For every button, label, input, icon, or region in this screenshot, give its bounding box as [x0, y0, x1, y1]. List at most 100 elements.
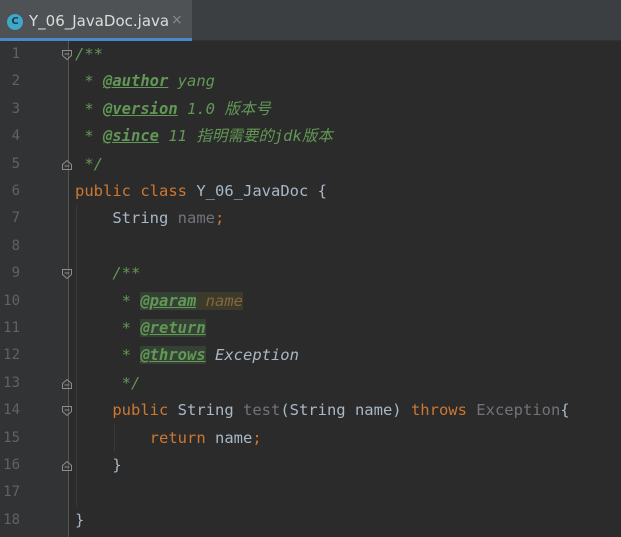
indent-guide — [76, 232, 77, 261]
code-token: ; — [252, 428, 262, 447]
code-token — [196, 291, 206, 310]
fold-end-icon[interactable] — [61, 159, 73, 171]
code-line-4: 4 * @since 11 指明需要的jdk版本 — [0, 123, 621, 150]
fold-end-icon[interactable] — [61, 378, 73, 390]
code-line-1: 1 /** — [0, 41, 621, 68]
code-token: Exception — [476, 401, 561, 420]
code-token: @throws — [140, 346, 206, 365]
code-text: public class Y_06_JavaDoc { — [75, 178, 327, 205]
code-line-10: 10 * @param name — [0, 287, 621, 315]
fold-start-icon[interactable] — [61, 49, 73, 61]
code-line-18: 18} — [0, 507, 621, 534]
code-text: } — [75, 507, 84, 534]
code-text: public String test(String name) throws E… — [75, 397, 570, 424]
line-number: 10 — [3, 292, 20, 309]
line-number: 11 — [3, 320, 20, 336]
indent-guide — [76, 479, 77, 507]
code-line-2: 2 * @author yang — [0, 68, 621, 95]
line-number: 16 — [3, 457, 20, 473]
fold-start-icon[interactable] — [61, 268, 73, 280]
code-line-16: 16 } — [0, 452, 621, 480]
code-line-3: 3 * @version 1.0 版本号 — [0, 96, 621, 123]
code-token: return — [75, 428, 215, 447]
code-token: String — [177, 401, 243, 420]
code-token: /** — [75, 45, 103, 63]
code-token: String — [75, 209, 178, 228]
code-token: ; — [214, 209, 225, 228]
line-number: 3 — [11, 100, 20, 117]
code-token: throws — [410, 401, 477, 420]
line-number: 14 — [3, 402, 20, 419]
code-token: yang — [168, 72, 215, 91]
code-token: Exception — [205, 346, 299, 365]
line-number: 18 — [3, 511, 20, 528]
code-token: @author — [103, 72, 169, 91]
code-token: public — [75, 401, 178, 420]
code-token: { — [560, 401, 570, 420]
code-token: Y_06_JavaDoc { — [196, 182, 327, 200]
code-token: @version — [103, 99, 178, 118]
code-token: } — [75, 510, 85, 529]
code-line-8: 8 — [0, 232, 621, 261]
code-token: 11 指明需要的jdk版本 — [159, 127, 333, 146]
code-token: * — [75, 72, 103, 91]
code-line-17: 17 — [0, 479, 621, 507]
code-token: name — [177, 209, 215, 228]
code-line-6: 6 public class Y_06_JavaDoc { — [0, 178, 621, 205]
code-token: /** — [75, 264, 141, 283]
line-number: 7 — [11, 210, 20, 227]
code-token: * — [75, 291, 141, 310]
code-text: * @throws Exception — [75, 342, 299, 369]
code-text: * @param name — [75, 288, 243, 315]
line-number: 17 — [3, 484, 20, 501]
java-class-icon: C — [7, 14, 23, 30]
fold-end-icon[interactable] — [61, 460, 73, 472]
line-number: 13 — [3, 374, 20, 391]
code-text: * @return — [75, 315, 206, 342]
code-line-7: 7 String name; — [0, 205, 621, 233]
code-editor[interactable]: 1/** 2 * @author yang 3 * @version 1.0 版本号… — [0, 41, 621, 537]
code-line-13: 13 */ — [0, 369, 621, 398]
line-number: 5 — [11, 155, 20, 172]
tab-y-06-javadoc[interactable]: C Y_06_JavaDoc.java × — [0, 0, 192, 41]
fold-start-icon[interactable] — [61, 405, 73, 417]
code-line-15: 15 return name; — [0, 424, 621, 452]
code-token: name — [214, 428, 253, 447]
line-number: 15 — [3, 429, 20, 446]
code-token: * — [75, 99, 103, 118]
code-token: * — [75, 346, 141, 365]
code-token: */ — [75, 154, 103, 173]
code-token: name — [205, 291, 243, 310]
code-token: test — [242, 401, 281, 420]
code-line-12: 12 * @throws Exception — [0, 342, 621, 370]
code-text: String name; — [75, 205, 224, 232]
code-text: /** — [75, 260, 140, 287]
editor-tab-bar: C Y_06_JavaDoc.java × — [0, 0, 621, 41]
code-line-11: 11 * @return — [0, 315, 621, 343]
code-line-14: 14 public String test(String name) throw… — [0, 397, 621, 425]
code-text: return name; — [75, 425, 262, 452]
code-token: * — [75, 127, 103, 146]
line-number: 4 — [11, 128, 20, 145]
code-text: */ — [75, 151, 103, 178]
line-number: 9 — [11, 265, 20, 282]
code-token: } — [75, 456, 122, 474]
line-number: 1 — [11, 46, 20, 62]
code-token: @return — [140, 319, 206, 337]
code-line-9: 9 /** — [0, 260, 621, 288]
code-token: (String name) — [280, 401, 411, 420]
tab-label: Y_06_JavaDoc.java — [29, 12, 170, 30]
code-token: public class — [75, 182, 197, 200]
line-number: 12 — [3, 347, 20, 364]
code-text: /** — [75, 41, 103, 68]
close-tab-icon[interactable]: × — [171, 12, 183, 28]
code-token: * — [75, 319, 141, 337]
code-token: */ — [75, 373, 141, 392]
code-token: 1.0 版本号 — [177, 99, 271, 118]
code-text: } — [75, 452, 122, 479]
code-text: * @since 11 指明需要的jdk版本 — [75, 123, 333, 150]
code-token: @param — [140, 291, 197, 310]
code-text: */ — [75, 370, 141, 397]
code-text: * @version 1.0 版本号 — [75, 96, 271, 123]
line-number: 6 — [11, 183, 20, 199]
